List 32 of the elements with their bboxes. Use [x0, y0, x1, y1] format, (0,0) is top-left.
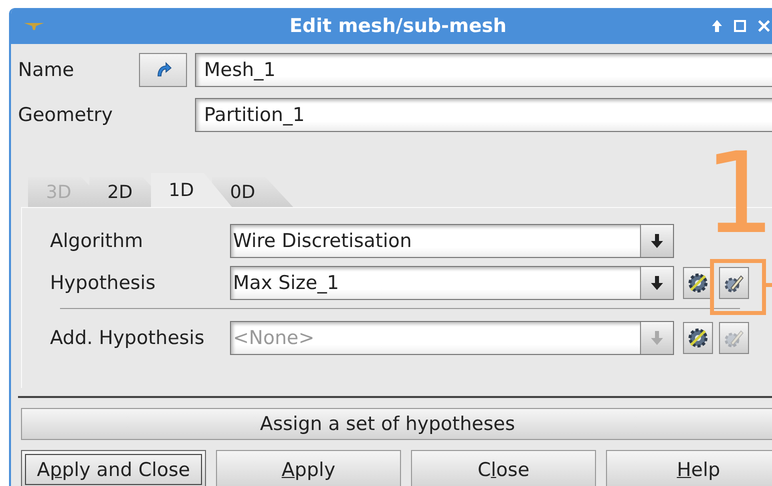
close-icon[interactable]: [757, 19, 771, 33]
create-button[interactable]: [683, 322, 713, 354]
assign-hypotheses-button[interactable]: Assign a set of hypotheses: [21, 408, 772, 440]
app-icon: [23, 21, 45, 31]
gear-icon: [687, 327, 709, 349]
row-label: Algorithm: [50, 230, 144, 252]
annotation-number: 1: [704, 138, 772, 250]
edit-button[interactable]: [719, 267, 749, 299]
geometry-label: Geometry: [18, 104, 114, 126]
geometry-field[interactable]: Partition_1: [195, 98, 772, 132]
dialog-button[interactable]: Help: [606, 450, 772, 486]
maximize-icon[interactable]: [733, 19, 747, 33]
edit-button[interactable]: [719, 322, 749, 354]
row-label: Add. Hypothesis: [50, 327, 206, 349]
down-arrow-icon: [650, 330, 664, 346]
window-title: Edit mesh/sub-mesh: [288, 15, 508, 37]
name-label: Name: [18, 59, 76, 81]
down-arrow-icon: [650, 275, 664, 291]
highlight-frame: [710, 259, 766, 315]
dialog-button[interactable]: Close: [411, 450, 596, 486]
create-button[interactable]: [683, 267, 713, 299]
combo-box[interactable]: Max Size_1: [230, 266, 674, 300]
gear-icon: [687, 272, 709, 294]
tab[interactable]: 0D: [212, 177, 294, 207]
name-field[interactable]: Mesh_1: [195, 53, 772, 87]
dialog-button[interactable]: Apply and Close: [21, 450, 206, 486]
keep-above-icon[interactable]: [711, 19, 723, 33]
row-label: Hypothesis: [50, 272, 156, 294]
down-arrow-icon: [650, 233, 664, 249]
combo-box[interactable]: Wire Discretisation: [230, 224, 674, 258]
dialog-button[interactable]: Apply: [216, 450, 401, 486]
select-button[interactable]: [139, 53, 187, 87]
